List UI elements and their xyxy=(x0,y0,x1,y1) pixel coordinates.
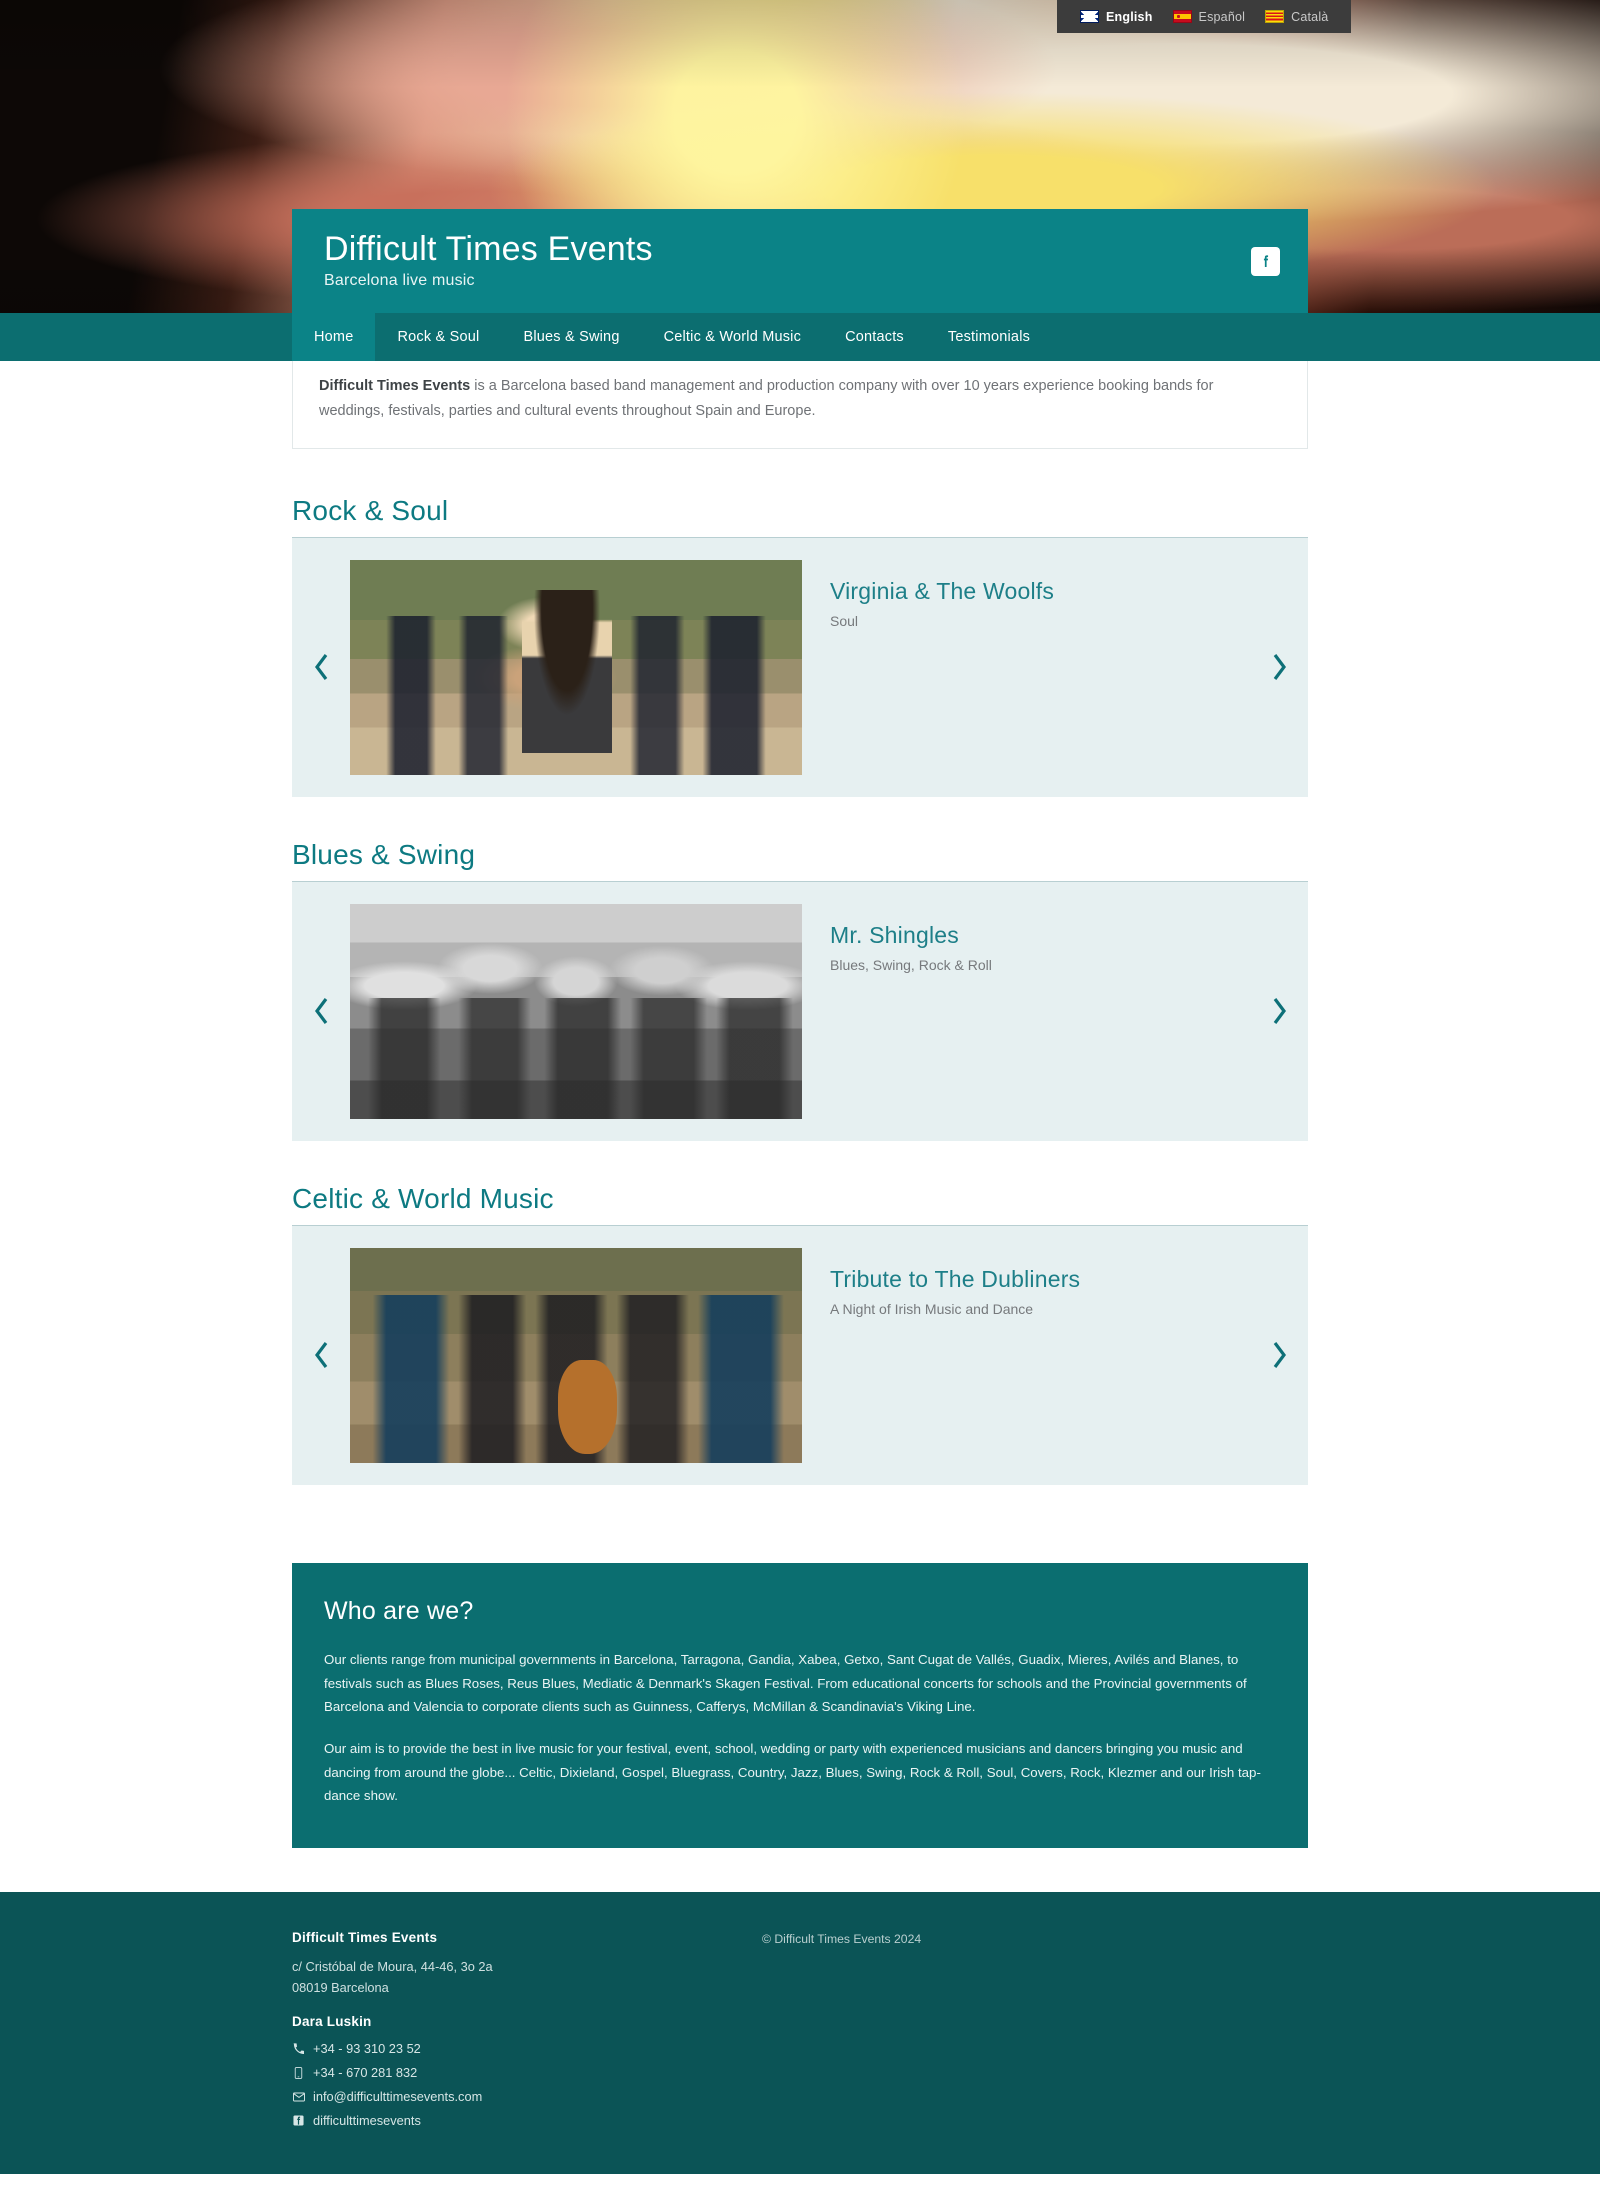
footer-email-text: info@difficulttimesevents.com xyxy=(313,2089,483,2105)
site-tagline: Barcelona live music xyxy=(324,271,475,289)
language-label: English xyxy=(1106,9,1153,24)
section-celtic-world-music: Celtic & World Music Tribute to The Dubl… xyxy=(292,1183,1308,1485)
phone-icon xyxy=(292,2043,305,2055)
mobile-icon xyxy=(292,2066,305,2079)
footer-spacer xyxy=(292,1998,762,2014)
section-blues-swing: Blues & Swing Mr. Shingles Blues, Swing,… xyxy=(292,839,1308,1141)
language-option-catalan[interactable]: Català xyxy=(1255,0,1338,33)
who-are-we-paragraph-2: Our aim is to provide the best in live m… xyxy=(324,1740,1261,1804)
carousel-prev-button[interactable] xyxy=(292,652,350,682)
who-are-we-title: Who are we? xyxy=(324,1596,474,1625)
site-footer: Difficult Times Events c/ Cristóbal de M… xyxy=(0,1891,1600,2175)
band-info: Virginia & The Woolfs Soul xyxy=(830,560,1054,629)
carousel-prev-button[interactable] xyxy=(292,1340,350,1370)
footer-facebook-text: difficulttimesevents xyxy=(313,2113,421,2129)
band-genre: Soul xyxy=(830,612,859,629)
band-name[interactable]: Mr. Shingles xyxy=(830,922,992,949)
footer-phone-text: +34 - 93 310 23 52 xyxy=(313,2041,421,2057)
band-genre: Blues, Swing, Rock & Roll xyxy=(830,956,992,973)
site-branding: Difficult Times Events Barcelona live mu… xyxy=(324,230,653,290)
page-title: Difficult Times Events xyxy=(324,230,653,269)
band-photo-mr-shingles[interactable] xyxy=(350,903,802,1119)
band-genre: A Night of Irish Music and Dance xyxy=(830,1300,1034,1317)
chevron-left-icon xyxy=(314,1342,327,1369)
section-rock-soul: Rock & Soul Virginia & The Woolfs Soul xyxy=(292,495,1308,797)
footer-contact-person: Dara Luskin xyxy=(292,2014,372,2030)
nav-item-blues-swing[interactable]: Blues & Swing xyxy=(501,313,641,361)
nav-item-contacts[interactable]: Contacts xyxy=(823,313,926,361)
band-info: Tribute to The Dubliners A Night of Iris… xyxy=(830,1248,1080,1317)
footer-facebook[interactable]: difficulttimesevents xyxy=(292,2113,762,2128)
footer-phone[interactable]: +34 - 93 310 23 52 xyxy=(292,2041,762,2056)
chevron-left-icon xyxy=(314,998,327,1025)
band-name[interactable]: Virginia & The Woolfs xyxy=(830,578,1054,605)
catalonia-flag-icon xyxy=(1265,10,1285,23)
band-carousel: Tribute to The Dubliners A Night of Iris… xyxy=(292,1225,1308,1485)
chevron-right-icon xyxy=(1273,998,1286,1025)
language-option-spanish[interactable]: Español xyxy=(1163,0,1256,33)
nav-items-container: Home Rock & Soul Blues & Swing Celtic & … xyxy=(292,313,1308,361)
footer-mobile-text: +34 - 670 281 832 xyxy=(313,2065,418,2081)
nav-item-testimonials[interactable]: Testimonials xyxy=(926,313,1052,361)
carousel-next-button[interactable] xyxy=(1250,996,1308,1026)
nav-item-celtic-world-music[interactable]: Celtic & World Music xyxy=(642,313,823,361)
footer-copyright-column: © Difficult Times Events 2024 xyxy=(762,1930,921,2128)
main-navigation: Home Rock & Soul Blues & Swing Celtic & … xyxy=(0,313,1600,361)
language-switcher[interactable]: English Español Català xyxy=(1057,0,1352,33)
who-are-we-paragraph-1: Our clients range from municipal governm… xyxy=(324,1651,1247,1715)
carousel-slide: Tribute to The Dubliners A Night of Iris… xyxy=(350,1247,1250,1463)
language-label: Español xyxy=(1198,9,1246,24)
intro-text: Difficult Times Events is a Barcelona ba… xyxy=(319,374,1281,424)
footer-email[interactable]: info@difficulttimesevents.com xyxy=(292,2089,762,2104)
uk-flag-icon xyxy=(1080,10,1099,23)
hero-banner: English Español Català Difficult Times E… xyxy=(0,0,1600,313)
carousel-next-button[interactable] xyxy=(1250,1340,1308,1370)
main-content: Difficult Times Events is a Barcelona ba… xyxy=(292,313,1308,1848)
footer-company-name: Difficult Times Events xyxy=(292,1929,438,1945)
carousel-slide: Mr. Shingles Blues, Swing, Rock & Roll xyxy=(350,903,1250,1119)
chevron-right-icon xyxy=(1273,654,1286,681)
carousel-next-button[interactable] xyxy=(1250,652,1308,682)
intro-company-name: Difficult Times Events xyxy=(319,378,471,394)
nav-item-rock-soul[interactable]: Rock & Soul xyxy=(375,313,501,361)
footer-mobile[interactable]: +34 - 670 281 832 xyxy=(292,2065,762,2080)
who-are-we-section: Who are we? Our clients range from munic… xyxy=(292,1562,1308,1848)
facebook-icon xyxy=(292,2115,305,2126)
band-name[interactable]: Tribute to The Dubliners xyxy=(830,1266,1080,1293)
copyright-text: © Difficult Times Events 2024 xyxy=(762,1931,922,1946)
language-label: Català xyxy=(1291,9,1329,24)
band-photo-virginia-and-the-woolfs[interactable] xyxy=(350,559,802,775)
footer-content: Difficult Times Events c/ Cristóbal de M… xyxy=(292,1930,1308,2128)
site-header: Difficult Times Events Barcelona live mu… xyxy=(292,209,1308,313)
section-title: Rock & Soul xyxy=(292,494,449,526)
band-carousel: Mr. Shingles Blues, Swing, Rock & Roll xyxy=(292,881,1308,1141)
carousel-prev-button[interactable] xyxy=(292,996,350,1026)
facebook-link-header[interactable] xyxy=(1251,246,1280,276)
intro-box: Difficult Times Events is a Barcelona ba… xyxy=(292,351,1308,449)
band-photo-tribute-to-the-dubliners[interactable] xyxy=(350,1247,802,1463)
band-carousel: Virginia & The Woolfs Soul xyxy=(292,537,1308,797)
facebook-icon xyxy=(1263,255,1268,267)
chevron-right-icon xyxy=(1273,1342,1286,1369)
nav-item-home[interactable]: Home xyxy=(292,313,376,361)
band-info: Mr. Shingles Blues, Swing, Rock & Roll xyxy=(830,904,992,973)
spain-flag-icon xyxy=(1172,10,1192,23)
footer-contact-column: Difficult Times Events c/ Cristóbal de M… xyxy=(292,1930,762,2128)
section-title: Celtic & World Music xyxy=(292,1182,554,1214)
footer-address-line-1: c/ Cristóbal de Moura, 44-46, 3o 2a xyxy=(292,1958,493,1974)
carousel-slide: Virginia & The Woolfs Soul xyxy=(350,559,1250,775)
chevron-left-icon xyxy=(314,654,327,681)
section-title: Blues & Swing xyxy=(292,838,476,870)
envelope-icon xyxy=(292,2092,305,2102)
language-option-english[interactable]: English xyxy=(1070,0,1163,33)
footer-address-line-2: 08019 Barcelona xyxy=(292,1979,389,1995)
